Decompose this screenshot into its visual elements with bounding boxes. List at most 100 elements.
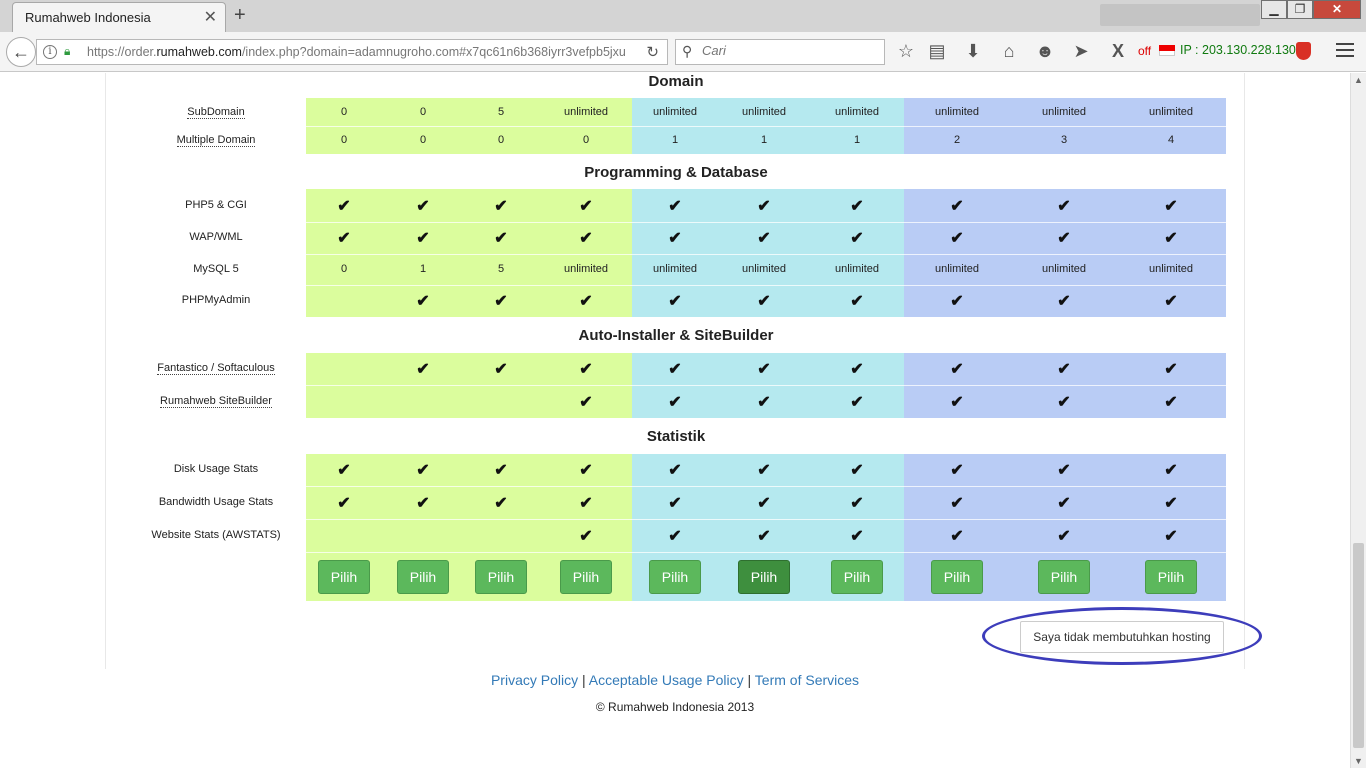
row-label-mysql: MySQL 5 [193, 263, 239, 275]
row-separator [306, 126, 1226, 127]
table-cell: 5 [497, 263, 505, 275]
table-cell: unlimited [1041, 263, 1087, 275]
check-icon: ✔ [494, 462, 508, 479]
check-icon: ✔ [668, 230, 682, 247]
privacy-policy-link[interactable]: Privacy Policy [491, 672, 578, 688]
check-icon: ✔ [950, 462, 964, 479]
pilih-button[interactable]: Pilih [397, 560, 449, 594]
table-cell: 5 [497, 106, 505, 118]
check-icon: ✔ [1164, 462, 1178, 479]
check-icon: ✔ [1164, 230, 1178, 247]
check-icon: ✔ [579, 528, 593, 545]
check-icon: ✔ [668, 198, 682, 215]
x-extension-icon[interactable]: X [1106, 41, 1130, 62]
check-icon: ✔ [950, 230, 964, 247]
acceptable-usage-policy-link[interactable]: Acceptable Usage Policy [589, 672, 744, 688]
download-icon[interactable]: ⬇ [961, 41, 985, 62]
chat-icon[interactable]: ☻ [1033, 41, 1057, 62]
pilih-button[interactable]: Pilih [931, 560, 983, 594]
url-bar[interactable]: i 🔒︎ https://order.rumahweb.com/index.ph… [36, 39, 668, 65]
send-icon[interactable]: ➤ [1069, 41, 1093, 62]
section-title-autoinstaller: Auto-Installer & SiteBuilder [578, 327, 774, 344]
home-icon[interactable]: ⌂ [997, 41, 1021, 62]
check-icon: ✔ [757, 361, 771, 378]
table-cell: unlimited [652, 263, 698, 275]
row-label-php5: PHP5 & CGI [185, 199, 247, 211]
check-icon: ✔ [579, 361, 593, 378]
row-label-fantastico[interactable]: Fantastico / Softaculous [128, 362, 304, 375]
table-cell: unlimited [934, 106, 980, 118]
check-icon: ✔ [416, 462, 430, 479]
table-cell: unlimited [563, 106, 609, 118]
table-cell: 3 [1060, 134, 1068, 146]
tab-close-icon[interactable]: ✕ [204, 7, 217, 27]
window-title-area [1100, 4, 1260, 26]
url-text[interactable]: https://order.rumahweb.com/index.php?dom… [87, 45, 637, 59]
search-bar[interactable]: ⚲ [675, 39, 885, 65]
new-tab-icon[interactable]: + [234, 4, 246, 27]
reload-icon[interactable]: ↻ [646, 43, 659, 61]
check-icon: ✔ [950, 495, 964, 512]
table-cell: unlimited [1148, 263, 1194, 275]
browser-tab[interactable]: Rumahweb Indonesia ✕ [12, 2, 226, 32]
hamburger-menu-icon[interactable] [1336, 43, 1354, 61]
check-icon: ✔ [757, 293, 771, 310]
page-content: Domain Programming & Database Auto-Insta… [0, 73, 1350, 768]
table-cell: 0 [340, 134, 348, 146]
info-icon[interactable]: i [43, 45, 57, 59]
check-icon: ✔ [416, 293, 430, 310]
pilih-button[interactable]: Pilih [831, 560, 883, 594]
ip-address[interactable]: IP : 203.130.228.130 [1180, 43, 1296, 57]
scrollbar-thumb[interactable] [1353, 543, 1364, 748]
pilih-button[interactable]: Pilih [560, 560, 612, 594]
pilih-button[interactable]: Pilih [1038, 560, 1090, 594]
row-label-subdomain[interactable]: SubDomain [128, 106, 304, 119]
section-title-programming: Programming & Database [584, 164, 768, 181]
row-label-awstats: Website Stats (AWSTATS) [151, 529, 281, 541]
shield-icon[interactable] [1296, 42, 1311, 60]
search-input[interactable] [702, 43, 872, 58]
row-separator [306, 552, 1226, 553]
check-icon: ✔ [416, 361, 430, 378]
check-icon: ✔ [579, 394, 593, 411]
check-icon: ✔ [416, 495, 430, 512]
extension-status[interactable]: off [1138, 44, 1151, 58]
check-icon: ✔ [1057, 198, 1071, 215]
check-icon: ✔ [494, 293, 508, 310]
check-icon: ✔ [668, 361, 682, 378]
pilih-button[interactable]: Pilih [318, 560, 370, 594]
check-icon: ✔ [416, 230, 430, 247]
scroll-down-icon[interactable]: ▼ [1354, 756, 1363, 766]
check-icon: ✔ [337, 198, 351, 215]
minimize-button[interactable]: ▁ [1261, 0, 1287, 19]
maximize-button[interactable]: ❐ [1287, 0, 1313, 19]
pilih-button[interactable]: Pilih [649, 560, 701, 594]
close-window-button[interactable]: ✕ [1313, 0, 1361, 19]
row-separator [306, 519, 1226, 520]
check-icon: ✔ [1057, 495, 1071, 512]
check-icon: ✔ [950, 394, 964, 411]
vertical-scrollbar[interactable]: ▲ ▼ [1350, 73, 1366, 768]
check-icon: ✔ [1057, 230, 1071, 247]
tab-title: Rumahweb Indonesia [25, 10, 151, 25]
star-icon[interactable]: ☆ [894, 41, 918, 62]
check-icon: ✔ [579, 462, 593, 479]
pilih-button[interactable]: Pilih [738, 560, 790, 594]
row-label-multiple-domain[interactable]: Multiple Domain [128, 134, 304, 147]
lock-icon[interactable]: 🔒︎ [64, 44, 70, 59]
scroll-up-icon[interactable]: ▲ [1354, 75, 1363, 85]
row-label-sitebuilder[interactable]: Rumahweb SiteBuilder [128, 395, 304, 408]
clipboard-icon[interactable]: ▤ [925, 41, 949, 62]
check-icon: ✔ [416, 198, 430, 215]
pilih-button[interactable]: Pilih [1145, 560, 1197, 594]
check-icon: ✔ [757, 528, 771, 545]
check-icon: ✔ [757, 198, 771, 215]
back-arrow-icon[interactable]: ← [6, 37, 36, 67]
pilih-button[interactable]: Pilih [475, 560, 527, 594]
terms-of-service-link[interactable]: Term of Services [755, 672, 859, 688]
row-label-bandwidth-stats: Bandwidth Usage Stats [158, 496, 274, 508]
check-icon: ✔ [1164, 198, 1178, 215]
check-icon: ✔ [850, 528, 864, 545]
check-icon: ✔ [1164, 495, 1178, 512]
table-cell: 1 [419, 263, 427, 275]
